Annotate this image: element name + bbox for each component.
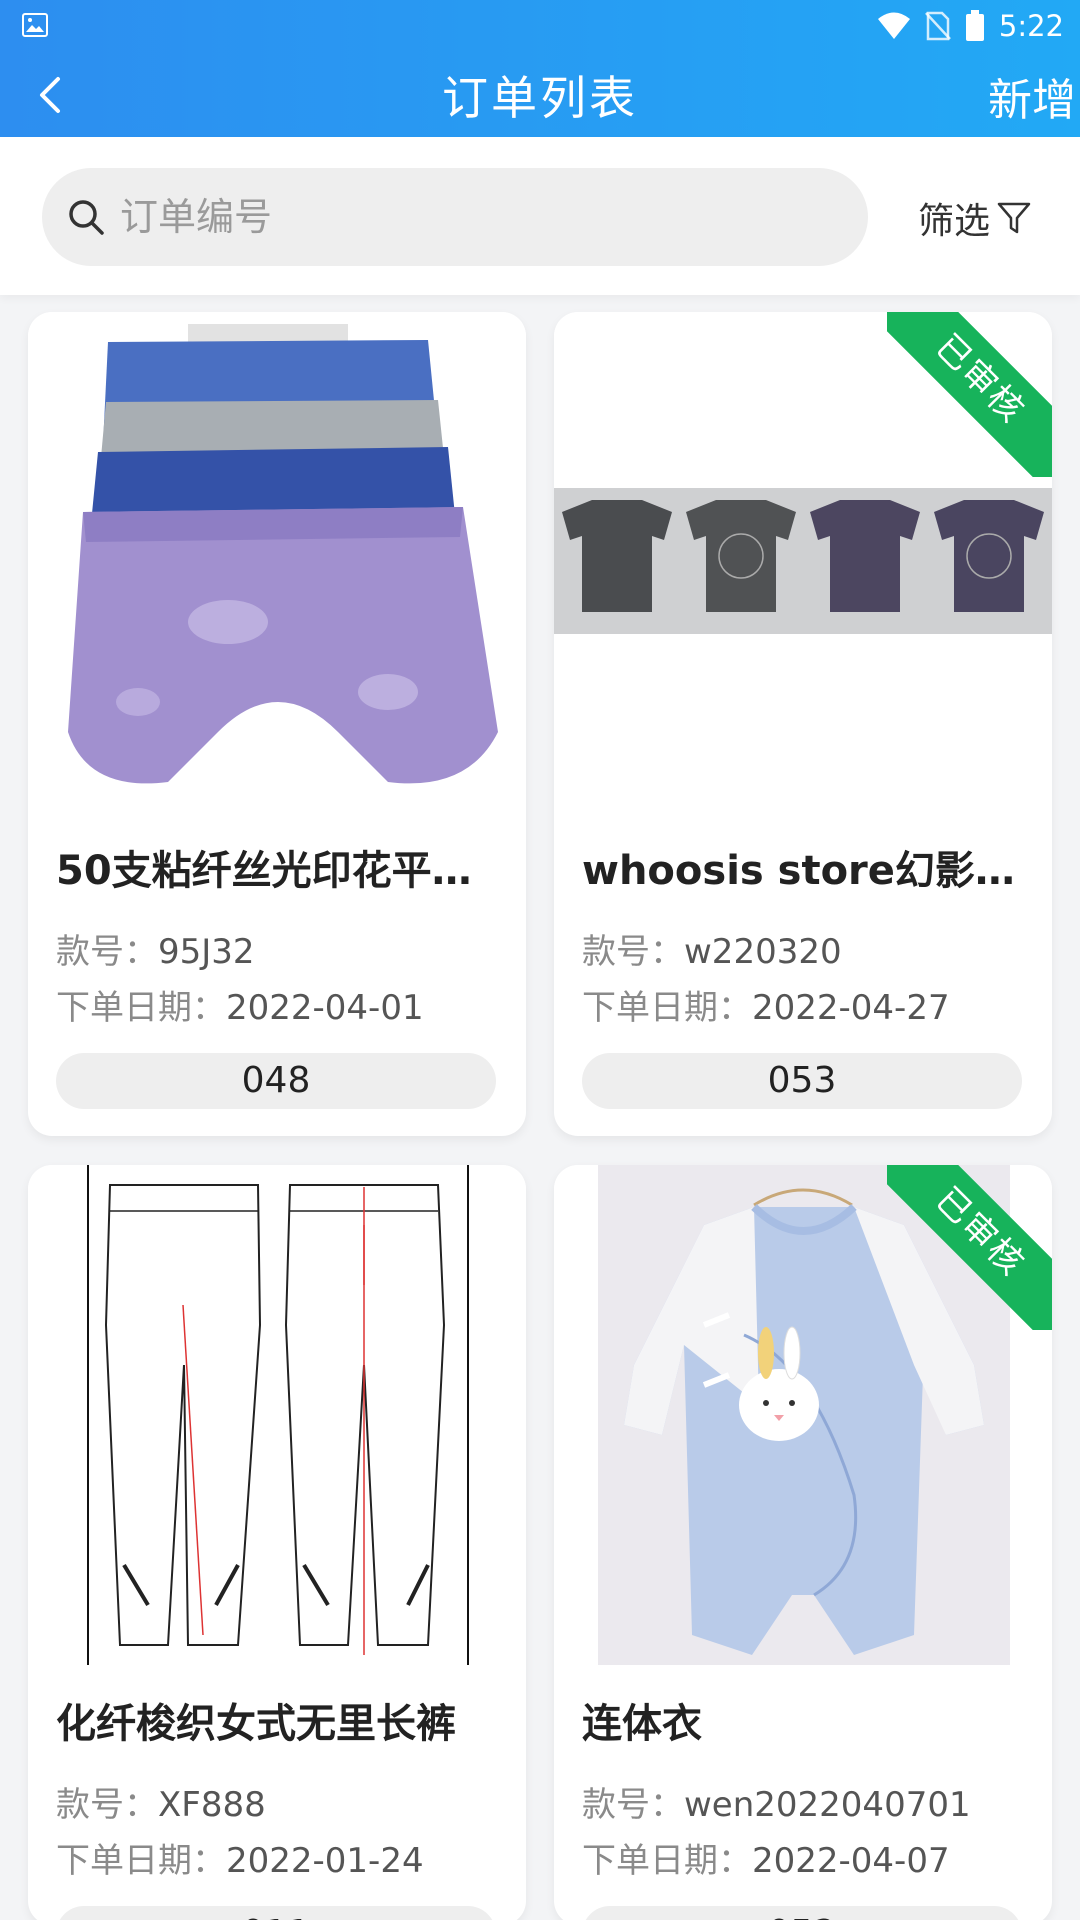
order-title: 化纤梭织女式无里长裤: [56, 1701, 456, 1747]
approved-ribbon: 已审核: [887, 312, 1052, 477]
battery-icon: [965, 10, 984, 41]
funnel-icon: [997, 202, 1031, 234]
image-icon: [22, 13, 48, 37]
order-card[interactable]: 已审核 whoosis store幻影短… 款号：w220320 下单日期：20…: [554, 312, 1052, 1136]
order-date: 下单日期：2022-04-27: [582, 988, 950, 1028]
filter-label: 筛选: [918, 201, 991, 242]
order-title: whoosis store幻影短…: [582, 848, 1032, 894]
approved-badge: 已审核: [887, 1165, 1052, 1330]
search-panel: 筛选: [0, 137, 1080, 295]
order-title: 50支粘纤丝光印花平…: [56, 848, 472, 894]
search-input[interactable]: [120, 195, 820, 239]
style-number: 款号：XF888: [56, 1785, 266, 1825]
order-title: 连体衣: [582, 1701, 702, 1747]
order-code: 053: [582, 1053, 1022, 1109]
pants-sketch-image: [87, 1165, 469, 1665]
status-bar: 5:22: [0, 0, 1080, 52]
order-date: 下单日期：2022-04-07: [582, 1841, 950, 1881]
style-number: 款号：w220320: [582, 932, 842, 972]
boxer-briefs-image: [68, 324, 498, 784]
nav-bar: 订单列表 新增: [0, 52, 1080, 137]
app-header: 5:22 订单列表 新增: [0, 0, 1080, 137]
order-date: 下单日期：2022-01-24: [56, 1841, 424, 1881]
order-card[interactable]: 已审核 连体衣 款号：wen2022040701 下单日期：2022-04-07…: [554, 1165, 1052, 1920]
search-bar[interactable]: [42, 168, 868, 266]
approved-ribbon: 已审核: [887, 1165, 1052, 1330]
style-number: 款号：wen2022040701: [582, 1785, 971, 1825]
no-sim-icon: [924, 11, 951, 41]
filter-button[interactable]: 筛选: [918, 192, 1032, 244]
wifi-icon: [877, 12, 910, 39]
order-card[interactable]: 化纤梭织女式无里长裤 款号：XF888 下单日期：2022-01-24 011: [28, 1165, 526, 1920]
add-button[interactable]: 新增: [988, 64, 1076, 128]
approved-badge: 已审核: [887, 312, 1052, 477]
search-icon: [69, 200, 104, 235]
product-image: [28, 312, 526, 812]
status-icons: 5:22: [877, 6, 1064, 46]
order-date: 下单日期：2022-04-01: [56, 988, 424, 1028]
style-number: 款号：95J32: [56, 932, 255, 972]
order-card[interactable]: 50支粘纤丝光印花平… 款号：95J32 下单日期：2022-04-01 048: [28, 312, 526, 1136]
order-code: 052: [582, 1906, 1022, 1920]
order-code: 048: [56, 1053, 496, 1109]
status-time: 5:22: [998, 9, 1064, 43]
product-image: [28, 1165, 526, 1665]
order-code: 011: [56, 1906, 496, 1920]
page-title: 订单列表: [442, 71, 638, 125]
